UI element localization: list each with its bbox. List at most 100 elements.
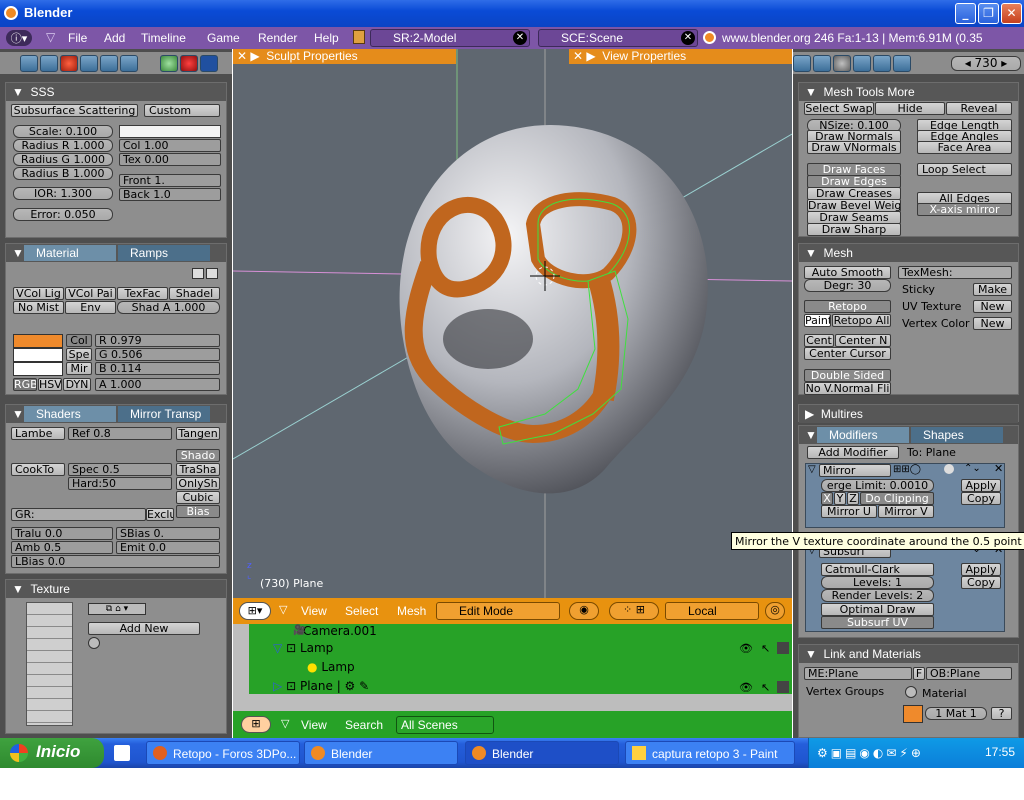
hide-button[interactable]: Hide (875, 102, 945, 115)
g-slider[interactable]: G 0.506 (95, 348, 220, 361)
lbias-slider[interactable]: LBias 0.0 (11, 555, 220, 568)
texface-button[interactable]: TexFac (117, 287, 168, 300)
view-properties-bar[interactable]: ✕ ▶ View Properties (569, 49, 792, 64)
scale-field[interactable]: Scale: 0.100 (13, 125, 113, 138)
merge-limit-field[interactable]: erge Limit: 0.0010 (821, 479, 934, 492)
subsurf-type-select[interactable]: Catmull-Clark (821, 563, 934, 576)
draw-vnormals-button[interactable]: Draw VNormals (807, 141, 901, 154)
expand-icon[interactable]: ▽ (273, 641, 282, 655)
vcol-paint-button[interactable]: VCol Pai (65, 287, 116, 300)
retopo-button[interactable]: Retopo (804, 300, 891, 313)
menu-search[interactable]: Search (345, 718, 383, 732)
3d-viewport[interactable]: ✕ ▶ Sculpt Properties ✕ ▶ View Propertie… (233, 49, 792, 598)
outliner[interactable]: 🎥 Camera.001 ▽ ⊡ Lamp ● Lamp ▷ ⊡ Plane | … (233, 624, 792, 711)
menu-view[interactable]: View (301, 718, 327, 732)
rgb-mode-button[interactable]: RGB (13, 378, 37, 391)
mesh-panel-header[interactable]: ▼ Mesh (799, 244, 1018, 262)
transform-orientation-select[interactable]: Local (665, 602, 759, 620)
center-new-button[interactable]: Center N (835, 334, 891, 347)
tray-icons[interactable]: ⚙▣▤◉◐✉⚡⊕ (817, 746, 924, 760)
subsurf-uv-button[interactable]: Subsurf UV (821, 616, 934, 629)
tab-material[interactable]: Material (24, 245, 116, 261)
tex-slider[interactable]: Tex 0.00 (119, 153, 221, 166)
editor-type-icon[interactable]: ⊞ (241, 716, 271, 733)
object-icon[interactable] (853, 55, 871, 72)
loop-select-select[interactable]: Loop Select (917, 163, 1012, 176)
menu-mesh[interactable]: Mesh (397, 604, 426, 618)
sticky-make-button[interactable]: Make (973, 283, 1012, 296)
pivot-icon[interactable]: ⁘ ⊞ (609, 602, 659, 620)
mirror-color-swatch[interactable] (13, 362, 63, 376)
close-button[interactable]: ✕ (1001, 3, 1022, 24)
menu-view[interactable]: View (301, 604, 327, 618)
render-camera-icon[interactable] (777, 681, 789, 693)
tralu-slider[interactable]: Tralu 0.0 (11, 527, 113, 540)
spe-tab[interactable]: Spe (66, 348, 92, 361)
subsurf-apply-button[interactable]: Apply (961, 563, 1001, 576)
copy-icon[interactable] (192, 268, 204, 279)
cubic-button[interactable]: Cubic (176, 491, 220, 504)
material-browse-icon[interactable] (905, 686, 917, 698)
list-item[interactable]: ▽ ⊡ Lamp (273, 641, 333, 655)
editor-type-icon[interactable]: ⊞▾ (239, 602, 271, 620)
frame-field[interactable]: ◂ 730 ▸ (951, 56, 1021, 71)
screen-selector[interactable]: SR:2-Model ✕ (370, 29, 530, 47)
spec-shader-select[interactable]: CookTo (11, 463, 65, 476)
material-help-button[interactable]: ? (991, 707, 1012, 720)
shadow-button[interactable]: Shado (176, 449, 220, 462)
scene-delete-icon[interactable]: ✕ (681, 31, 695, 45)
logic-icon[interactable] (20, 55, 38, 72)
draw-sharp-button[interactable]: Draw Sharp (807, 223, 901, 236)
menu-select[interactable]: Select (345, 604, 378, 618)
menu-game[interactable]: Game (207, 31, 240, 45)
select-swap-button[interactable]: Select Swap (804, 102, 874, 115)
link-materials-header[interactable]: ▼ Link and Materials (799, 645, 1018, 663)
ior-field[interactable]: IOR: 1.300 (13, 187, 113, 200)
modifier-visibility-icon[interactable]: ⊞⊞◯ (893, 464, 921, 475)
mesh-tools-more-header[interactable]: ▼ Mesh Tools More (799, 83, 1018, 101)
uv-texture-new-button[interactable]: New (973, 300, 1012, 313)
expand-icon[interactable]: ▷ (273, 679, 282, 693)
selectable-cursor-icon[interactable]: ↖ (761, 642, 770, 655)
move-up-down-icon[interactable]: ⌃⌄ (964, 463, 981, 474)
auto-smooth-button[interactable]: Auto Smooth (804, 266, 891, 279)
texture-channel-list[interactable] (26, 602, 73, 726)
subsurf-copy-button[interactable]: Copy (961, 576, 1001, 589)
tab-modifiers[interactable]: Modifiers (817, 427, 909, 443)
hard-slider[interactable]: Hard:50 (68, 477, 172, 490)
object-icon[interactable] (80, 55, 98, 72)
dyn-mode-button[interactable]: DYN (63, 378, 91, 391)
collapse-menu-icon[interactable]: ▽ (46, 30, 55, 44)
diffuse-color-swatch[interactable] (13, 334, 63, 348)
tab-mirror-transp[interactable]: Mirror Transp (118, 406, 210, 422)
scene-icon[interactable] (893, 55, 911, 72)
list-item[interactable]: 🎥 Camera.001 (293, 624, 377, 638)
outliner-filter-select[interactable]: All Scenes (396, 716, 494, 734)
draw-type-icon[interactable]: ◉ (569, 602, 599, 620)
collapse-icon[interactable]: ▽ (808, 464, 816, 475)
mirror-copy-button[interactable]: Copy (961, 492, 1001, 505)
mirror-x-button[interactable]: X (821, 492, 833, 505)
taskbar-item-blender-active[interactable]: Blender (465, 741, 619, 765)
modifier-toggle-icon[interactable] (944, 464, 954, 474)
tangent-button[interactable]: Tangen (176, 427, 220, 440)
fake-user-button[interactable]: F (913, 667, 925, 680)
mirror-v-button[interactable]: Mirror V (878, 505, 934, 518)
shading-icon[interactable] (833, 55, 851, 72)
mirror-z-button[interactable]: Z (847, 492, 859, 505)
collapse-menu-icon[interactable]: ▽ (279, 603, 287, 616)
scene-selector[interactable]: SCE:Scene ✕ (538, 29, 698, 47)
spec-color-swatch[interactable] (13, 348, 63, 362)
retopo-all-button[interactable]: Retopo All (832, 314, 891, 327)
tab-shapes[interactable]: Shapes (911, 427, 1003, 443)
radius-r-field[interactable]: Radius R 1.000 (13, 139, 113, 152)
editing-icon[interactable] (100, 55, 118, 72)
world-buttons-icon[interactable] (200, 55, 218, 72)
ref-slider[interactable]: Ref 0.8 (68, 427, 172, 440)
sculpt-properties-bar[interactable]: ✕ ▶ Sculpt Properties (233, 49, 456, 64)
visibility-eye-icon[interactable]: 👁 (739, 681, 753, 694)
spec-slider[interactable]: Spec 0.5 (68, 463, 172, 476)
retopo-paint-button[interactable]: Paint (804, 314, 831, 327)
screen-delete-icon[interactable]: ✕ (513, 31, 527, 45)
logic-icon[interactable] (793, 55, 811, 72)
